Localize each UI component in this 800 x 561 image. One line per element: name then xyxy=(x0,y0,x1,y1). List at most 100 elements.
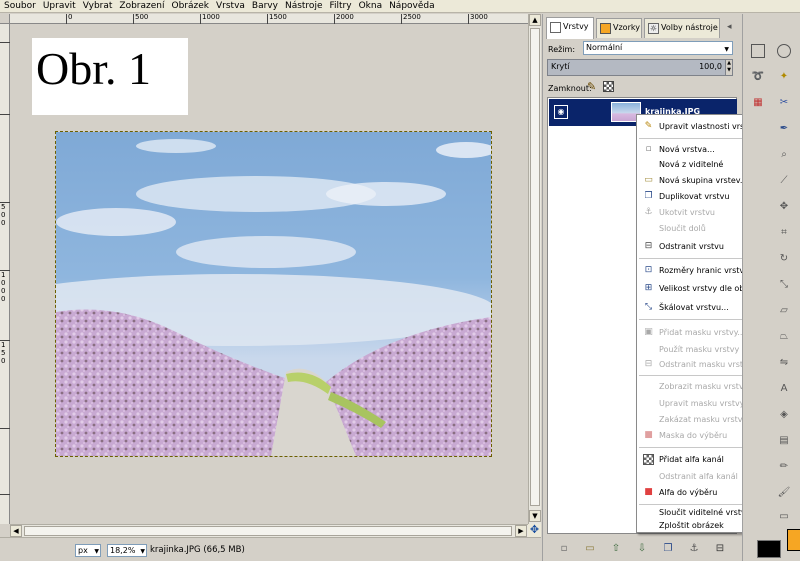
menu-item-label: Přidat alfa kanál xyxy=(659,455,724,464)
perspective-icon[interactable]: ⏢ xyxy=(777,330,791,344)
menu-napoveda[interactable]: Nápověda xyxy=(385,0,438,12)
foreground-color-swatch[interactable] xyxy=(787,529,800,551)
menu-item-label: Zobrazit masku vrstvy xyxy=(659,382,749,391)
tab-tool-options-label: Volby nástroje xyxy=(661,23,718,32)
duplicate-layer-icon[interactable]: ❐ xyxy=(661,542,675,556)
menu-item-label: Odstranit masku vrstvy xyxy=(659,360,753,369)
ruler-vertical[interactable]: 5 0 0 1 0 0 0 1 5 0 xyxy=(0,24,10,524)
menu-item-label: Alfa do výběru xyxy=(659,488,718,497)
lasso-icon[interactable]: ➰ xyxy=(751,70,765,84)
ellipse-select-icon[interactable] xyxy=(777,44,791,58)
dock-menu-icon[interactable]: ◂ xyxy=(727,22,732,32)
menu-item-label: Nová vrstva... xyxy=(659,145,715,154)
eraser-icon[interactable]: ▭ xyxy=(777,510,791,524)
annotation-label: Obr. 1 xyxy=(36,43,151,94)
scissors-icon[interactable]: ✂ xyxy=(777,96,791,110)
tab-tool-options[interactable]: ☼ Volby nástroje xyxy=(644,18,720,38)
new-layer-icon[interactable]: ▫ xyxy=(557,542,571,556)
bucket-fill-icon[interactable]: ◈ xyxy=(777,408,791,422)
ruler-label: 1000 xyxy=(202,13,220,21)
opacity-spinner[interactable]: ▲ ▼ xyxy=(725,60,732,75)
menu-item-label: Nová z viditelné xyxy=(659,160,724,169)
shear-icon[interactable]: ▱ xyxy=(777,304,791,318)
ruler-tick xyxy=(0,114,10,115)
menu-soubor[interactable]: Soubor xyxy=(0,0,39,12)
ruler-label: 5 xyxy=(1,349,6,357)
tab-layers[interactable]: Vrstvy xyxy=(546,17,594,39)
layer-buttons: ▫ ▭ ⇧ ⇩ ❐ ⚓ ⊟ xyxy=(547,541,737,557)
pencil-icon[interactable]: ✏ xyxy=(777,460,791,474)
ruler-tick xyxy=(334,14,335,24)
opacity-label: Krytí xyxy=(551,62,570,71)
ruler-label: 500 xyxy=(135,13,149,21)
scroll-right-icon[interactable]: ▶ xyxy=(515,525,527,537)
menu-okna[interactable]: Okna xyxy=(355,0,386,12)
menu-filtry[interactable]: Filtry xyxy=(325,0,354,12)
ruler-tick xyxy=(133,14,134,24)
opacity-slider[interactable]: Krytí 100,0 ▲ ▼ xyxy=(547,59,733,76)
lock-pixels-icon[interactable]: ✎ xyxy=(587,81,599,93)
background-color-swatch[interactable] xyxy=(757,540,781,558)
rotate-icon[interactable]: ↻ xyxy=(777,252,791,266)
horizontal-scrollbar[interactable]: ◀ ▶ xyxy=(10,524,528,537)
scale-tool-icon[interactable]: ⤡ xyxy=(777,278,791,292)
menu-barvy[interactable]: Barvy xyxy=(248,0,281,12)
anchor-icon[interactable]: ⚓ xyxy=(687,542,701,556)
rect-select-icon[interactable] xyxy=(751,44,765,58)
move-tool-icon[interactable]: ✥ xyxy=(777,200,791,214)
horizontal-scroll-thumb[interactable] xyxy=(24,526,512,536)
flip-icon[interactable]: ⇋ xyxy=(777,356,791,370)
image-layer-boundary[interactable] xyxy=(55,131,492,457)
vertical-scroll-thumb[interactable] xyxy=(530,28,540,506)
scale-icon: ⤡ xyxy=(644,302,653,312)
mode-select[interactable]: Normální ▼ xyxy=(583,41,733,55)
raise-layer-icon[interactable]: ⇧ xyxy=(609,542,623,556)
eye-icon[interactable]: ◉ xyxy=(554,105,568,119)
menu-item-label: Použít masku vrstvy xyxy=(659,345,740,354)
menu-vrstva[interactable]: Vrstva xyxy=(212,0,248,12)
text-tool-icon[interactable]: A xyxy=(777,382,791,396)
ruler-label: 1 xyxy=(1,341,6,349)
fuzzy-select-icon[interactable]: ✦ xyxy=(777,70,791,84)
menu-obrazek[interactable]: Obrázek xyxy=(168,0,213,12)
ruler-horizontal[interactable]: 0 500 1000 1500 2000 2500 3000 xyxy=(10,13,528,24)
new-group-icon[interactable]: ▭ xyxy=(583,542,597,556)
chevron-down-icon: ▼ xyxy=(94,548,99,555)
gradient-icon[interactable]: ▤ xyxy=(777,434,791,448)
menu-vybrat[interactable]: Vybrat xyxy=(79,0,116,12)
navigate-icon[interactable]: ✥ xyxy=(528,524,541,537)
menu-item-label: Upravit masku vrstvy xyxy=(659,399,745,408)
ruler-tick xyxy=(66,14,67,24)
brush-icon[interactable]: 🖌 xyxy=(777,486,791,500)
zoom-tool-icon[interactable]: ⌕ xyxy=(777,148,791,162)
color-select-icon[interactable]: ▦ xyxy=(751,96,765,110)
ruler-label: 1 xyxy=(1,271,6,279)
menu-item-label: Rozměry hranic vrstvy... xyxy=(659,266,756,275)
ruler-label: 0 xyxy=(1,219,6,227)
unit-select[interactable]: px ▼ xyxy=(75,544,101,557)
lock-alpha-icon[interactable] xyxy=(603,81,614,92)
crop-icon[interactable]: ⌗ xyxy=(777,226,791,240)
menu-zobrazeni[interactable]: Zobrazení xyxy=(115,0,167,12)
ruler-corner[interactable] xyxy=(0,14,10,24)
delete-layer-icon[interactable]: ⊟ xyxy=(713,542,727,556)
paths-icon[interactable]: ✒ xyxy=(777,122,791,136)
tab-swatches[interactable]: Vzorky xyxy=(596,18,642,38)
vertical-scrollbar[interactable]: ▲ ▼ xyxy=(528,14,541,524)
zoom-select[interactable]: 18,2% ▼ xyxy=(107,544,147,557)
menu-item-label: Přidat masku vrstvy... xyxy=(659,328,746,337)
scroll-down-icon[interactable]: ▼ xyxy=(529,510,541,522)
ruler-tick xyxy=(401,14,402,24)
menu-item-label: Duplikovat vrstvu xyxy=(659,192,730,201)
menu-nastroje[interactable]: Nástroje xyxy=(281,0,326,12)
menu-item-label: Nová skupina vrstev... xyxy=(659,176,748,185)
image-canvas[interactable]: Obr. 1 xyxy=(10,24,528,524)
measure-icon[interactable]: ⟋ xyxy=(777,174,791,188)
landscape-image xyxy=(56,132,491,456)
menu-upravit[interactable]: Upravit xyxy=(39,0,79,12)
scroll-up-icon[interactable]: ▲ xyxy=(529,14,541,26)
lower-layer-icon[interactable]: ⇩ xyxy=(635,542,649,556)
ruler-label: 1500 xyxy=(269,13,287,21)
statusbar: px ▼ 18,2% ▼ krajinka.JPG (66,5 MB) xyxy=(0,537,541,561)
scroll-left-icon[interactable]: ◀ xyxy=(10,525,22,537)
